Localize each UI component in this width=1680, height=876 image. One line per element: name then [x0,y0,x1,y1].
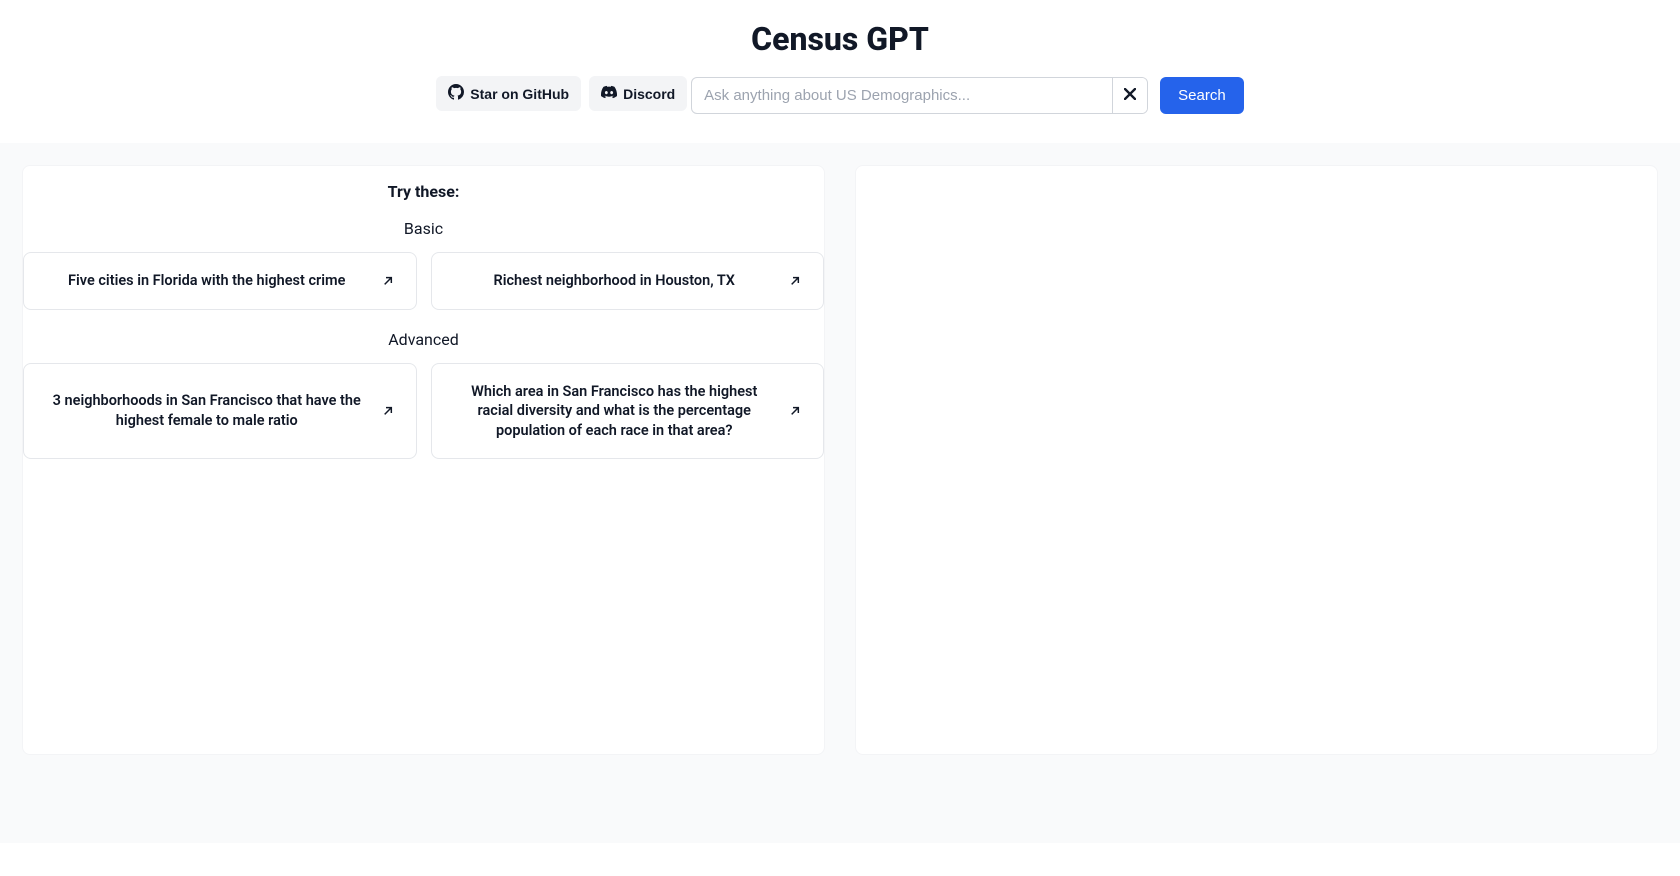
basic-cards-row: Five cities in Florida with the highest … [23,252,824,310]
close-icon [1124,88,1136,103]
search-button[interactable]: Search [1160,77,1244,114]
clear-button[interactable] [1112,78,1147,113]
discord-button[interactable]: Discord [589,76,687,111]
example-card-advanced-1[interactable]: Which area in San Francisco has the high… [431,363,825,460]
main-grid: Try these: Basic Five cities in Florida … [22,165,1658,755]
discord-icon [601,84,617,103]
page-title: Census GPT [0,20,1680,58]
section-label-advanced: Advanced [23,330,824,349]
arrow-up-right-icon [787,403,803,419]
example-text: 3 neighborhoods in San Francisco that ha… [46,391,368,430]
results-panel [855,165,1658,755]
arrow-up-right-icon [380,403,396,419]
arrow-up-right-icon [380,273,396,289]
example-text: Richest neighborhood in Houston, TX [494,271,735,291]
example-card-basic-1[interactable]: Richest neighborhood in Houston, TX [431,252,825,310]
example-text: Five cities in Florida with the highest … [68,271,345,291]
github-button[interactable]: Star on GitHub [436,76,581,111]
section-label-basic: Basic [23,219,824,238]
search-input[interactable] [692,78,1112,113]
header: Census GPT Star on GitHub Discord Search [0,0,1680,143]
try-title: Try these: [23,182,824,201]
github-label: Star on GitHub [470,86,569,102]
discord-label: Discord [623,86,675,102]
arrow-up-right-icon [787,273,803,289]
search-row: Search [691,77,1244,114]
social-buttons: Star on GitHub Discord [436,76,687,111]
example-card-advanced-0[interactable]: 3 neighborhoods in San Francisco that ha… [23,363,417,460]
search-group [691,77,1148,114]
github-icon [448,84,464,103]
content-area: Try these: Basic Five cities in Florida … [0,143,1680,843]
example-text: Which area in San Francisco has the high… [454,382,776,441]
examples-panel: Try these: Basic Five cities in Florida … [22,165,825,755]
example-card-basic-0[interactable]: Five cities in Florida with the highest … [23,252,417,310]
advanced-cards-row: 3 neighborhoods in San Francisco that ha… [23,363,824,460]
